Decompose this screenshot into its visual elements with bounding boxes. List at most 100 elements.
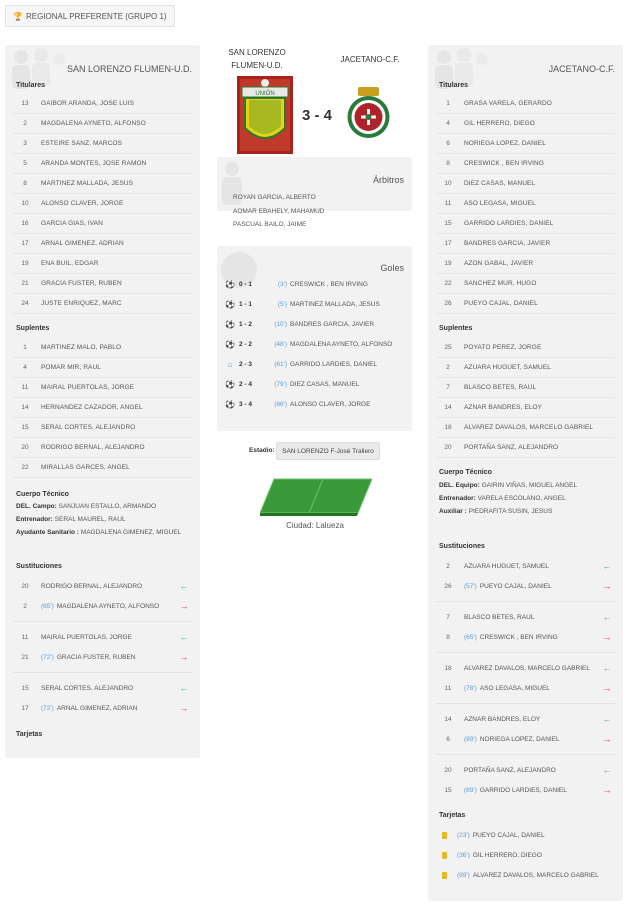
goal-row[interactable]: ⚽ 2 - 2 (48') MAGDALENA AYNETO, ALFONSO [225,334,404,354]
goal-scorer[interactable]: MAGDALENA AYNETO, ALFONSO [290,341,404,348]
player-row[interactable]: 19 AZON GABAL, JAVIER [436,254,615,274]
substitution-row[interactable]: 18 ALVAREZ DAVALOS, MARCELO GABRIEL ← [436,658,615,678]
player-row[interactable]: 22 SANCHEZ MUR, HUGO [436,274,615,294]
player-name[interactable]: (78') ASO LEGASA, MIGUEL [460,685,599,692]
substitution-row[interactable]: 8 (65') CRESWICK , BEN IRVING → [436,627,615,647]
player-name[interactable]: GRASA VARELA, GERARDO [460,100,615,107]
player-name[interactable]: DIEZ CASAS, MANUEL [460,180,615,187]
player-name[interactable]: CRESWICK , BEN IRVING [460,160,615,167]
player-row[interactable]: 21 GRACIA FUSTER, RUBEN [13,274,192,294]
player-name[interactable]: BANDRES GARCIA, JAVIER [460,240,615,247]
player-name[interactable]: JUSTE ENRIQUEZ, MARC [37,300,192,307]
player-name[interactable]: GAIBOR ARANDA, JOSE LUIS [37,100,192,107]
player-name[interactable]: AZUARA HUGUET, SAMUEL [460,364,615,371]
player-name[interactable]: SERAL CORTES, ALEJANDRO [37,685,176,692]
player-name[interactable]: MAIRAL PUERTOLAS, JORGE [37,384,192,391]
substitution-row[interactable]: 14 AZNAR BANDRES, ELOY ← [436,709,615,729]
goal-scorer[interactable]: BANDRES GARCIA, JAVIER [290,321,404,328]
player-row[interactable]: 8 CRESWICK , BEN IRVING [436,154,615,174]
player-name[interactable]: MARTINEZ MALO, PABLO [37,344,192,351]
player-name[interactable]: (89') NORIEGA LOPEZ, DANIEL [460,736,599,743]
card-row[interactable]: (36') GIL HERRERO, DIEGO [436,845,615,865]
goal-scorer[interactable]: CRESWICK , BEN IRVING [290,281,404,288]
player-name[interactable]: PUEYO CAJAL, DANIEL [460,300,615,307]
substitution-row[interactable]: 15 SERAL CORTES, ALEJANDRO ← [13,678,192,698]
player-name[interactable]: AZNAR BANDRES, ELOY [460,716,599,723]
player-row[interactable]: 2 AZUARA HUGUET, SAMUEL [436,358,615,378]
goal-row[interactable]: ⚽ 1 - 1 (5') MARTINEZ MALLADA, JESUS [225,294,404,314]
player-name[interactable]: BLASCO BETES, RAUL [460,384,615,391]
goal-scorer[interactable]: MARTINEZ MALLADA, JESUS [290,301,404,308]
player-name[interactable]: ALONSO CLAVER, JORGE [37,200,192,207]
home-team-title[interactable]: SAN LORENZO FLUMEN-U.D. [222,46,292,72]
player-name[interactable]: ENA BUIL, EDGAR [37,260,192,267]
player-name[interactable]: ESTEIRE SANZ, MARCOS [37,140,192,147]
home-team-name[interactable]: SAN LORENZO FLUMEN-U.D. [67,64,192,74]
player-name[interactable]: (36') GIL HERRERO, DIEGO [453,852,615,859]
player-name[interactable]: (57') PUEYO CAJAL, DANIEL [460,583,599,590]
player-name[interactable]: GARCIA GIAS, IVAN [37,220,192,227]
goal-row[interactable]: ⚽ 1 - 2 (10') BANDRES GARCIA, JAVIER [225,314,404,334]
substitution-row[interactable]: 6 (89') NORIEGA LOPEZ, DANIEL → [436,729,615,749]
player-row[interactable]: 8 MARTINEZ MALLADA, JESUS [13,174,192,194]
player-name[interactable]: SANCHEZ MUR, HUGO [460,280,615,287]
goal-scorer[interactable]: DIEZ CASAS, MANUEL [290,381,404,388]
goal-row[interactable]: ⌂ 2 - 3 (61') GARRIDO LARDIES, DANIEL [225,354,404,374]
substitution-row[interactable]: 2 AZUARA HUGUET, SAMUEL ← [436,556,615,576]
player-name[interactable]: MAGDALENA AYNETO, ALFONSO [37,120,192,127]
goal-row[interactable]: ⚽ 3 - 4 (86') ALONSO CLAVER, JORGE [225,394,404,414]
goal-scorer[interactable]: GARRIDO LARDIES, DANIEL [290,361,404,368]
player-name[interactable]: (23') PUEYO CAJAL, DANIEL [453,832,615,839]
goal-row[interactable]: ⚽ 2 - 4 (79') DIEZ CASAS, MANUEL [225,374,404,394]
player-name[interactable]: (89') GARRIDO LARDIES, DANIEL [460,787,599,794]
player-row[interactable]: 10 DIEZ CASAS, MANUEL [436,174,615,194]
player-row[interactable]: 5 ARANDA MONTES, JOSE RAMON [13,154,192,174]
substitution-row[interactable]: 21 (72') GRACIA FUSTER, RUBEN → [13,647,192,667]
substitution-row[interactable]: 11 MAIRAL PUERTOLAS, JORGE ← [13,627,192,647]
player-row[interactable]: 15 GARRIDO LARDIES, DANIEL [436,214,615,234]
player-row[interactable]: 24 JUSTE ENRIQUEZ, MARC [13,294,192,314]
player-name[interactable]: (65') MAGDALENA AYNETO, ALFONSO [37,603,176,610]
player-name[interactable]: POMAR MIR, RAUL [37,364,192,371]
substitution-row[interactable]: 20 RODRIGO BERNAL, ALEJANDRO ← [13,576,192,596]
substitution-row[interactable]: 26 (57') PUEYO CAJAL, DANIEL → [436,576,615,596]
player-name[interactable]: AZUARA HUGUET, SAMUEL [460,563,599,570]
substitution-row[interactable]: 20 PORTAÑA SANZ, ALEJANDRO ← [436,760,615,780]
player-row[interactable]: 19 ENA BUIL, EDGAR [13,254,192,274]
player-row[interactable]: 7 BLASCO BETES, RAUL [436,378,615,398]
card-row[interactable]: (23') PUEYO CAJAL, DANIEL [436,825,615,845]
player-row[interactable]: 13 GAIBOR ARANDA, JOSE LUIS [13,94,192,114]
goal-row[interactable]: ⚽ 0 - 1 (3') CRESWICK , BEN IRVING [225,274,404,294]
player-name[interactable]: (72') ARNAL GIMENEZ, ADRIAN [37,705,176,712]
player-name[interactable]: AZNAR BANDRES, ELOY [460,404,615,411]
player-name[interactable]: GIL HERRERO, DIEGO [460,120,615,127]
away-team-name[interactable]: JACETANO-C.F. [549,64,615,74]
player-row[interactable]: 25 POYATO PEREZ, JORGE [436,338,615,358]
player-name[interactable]: ASO LEGASA, MIGUEL [460,200,615,207]
player-name[interactable]: NORIEGA LOPEZ, DANIEL [460,140,615,147]
away-team-title[interactable]: JACETANO-C.F. [330,53,410,66]
player-row[interactable]: 18 ALVAREZ DAVALOS, MARCELO GABRIEL [436,418,615,438]
player-name[interactable]: (89') ALVAREZ DAVALOS, MARCELO GABRIEL [453,872,615,879]
player-name[interactable]: BLASCO BETES, RAUL [460,614,599,621]
player-name[interactable]: MIRALLAS GARCES, ANGEL [37,464,192,471]
player-name[interactable]: ARNAL GIMENEZ, ADRIAN [37,240,192,247]
player-row[interactable]: 17 ARNAL GIMENEZ, ADRIAN [13,234,192,254]
player-row[interactable]: 10 ALONSO CLAVER, JORGE [13,194,192,214]
player-name[interactable]: ALVAREZ DAVALOS, MARCELO GABRIEL [460,424,615,431]
player-row[interactable]: 14 AZNAR BANDRES, ELOY [436,398,615,418]
goal-scorer[interactable]: ALONSO CLAVER, JORGE [290,401,404,408]
player-row[interactable]: 20 PORTAÑA SANZ, ALEJANDRO [436,438,615,458]
player-row[interactable]: 15 SERAL CORTES, ALEJANDRO [13,418,192,438]
player-name[interactable]: ALVAREZ DAVALOS, MARCELO GABRIEL [460,665,599,672]
player-row[interactable]: 16 GARCIA GIAS, IVAN [13,214,192,234]
player-row[interactable]: 26 PUEYO CAJAL, DANIEL [436,294,615,314]
player-row[interactable]: 3 ESTEIRE SANZ, MARCOS [13,134,192,154]
player-row[interactable]: 6 NORIEGA LOPEZ, DANIEL [436,134,615,154]
card-row[interactable]: (89') ALVAREZ DAVALOS, MARCELO GABRIEL [436,865,615,885]
substitution-row[interactable]: 15 (89') GARRIDO LARDIES, DANIEL → [436,780,615,800]
player-name[interactable]: HERNANDEZ CAZADOR, ANGEL [37,404,192,411]
player-row[interactable]: 22 MIRALLAS GARCES, ANGEL [13,458,192,478]
player-name[interactable]: RODRIGO BERNAL, ALEJANDRO [37,583,176,590]
player-name[interactable]: RODRIGO BERNAL, ALEJANDRO [37,444,192,451]
